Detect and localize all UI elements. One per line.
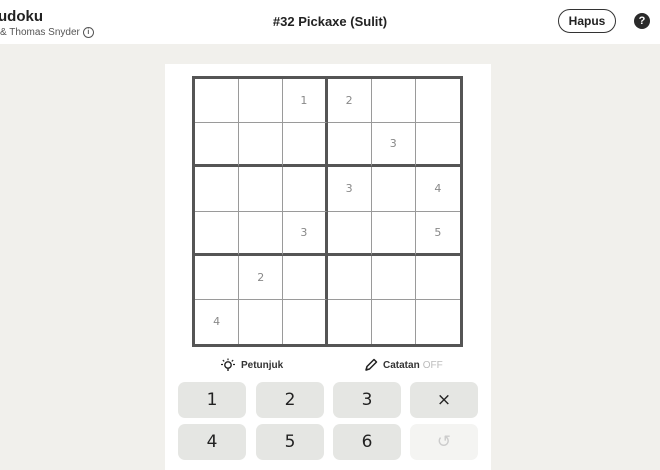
board-cell[interactable] [239,79,284,124]
board-cell[interactable] [416,300,460,344]
board-cell[interactable] [195,255,240,300]
board-cell[interactable] [372,299,416,344]
pencil-icon [365,358,378,371]
board-cell[interactable] [371,79,416,124]
board-cell[interactable] [283,123,328,168]
board-cell[interactable] [328,299,372,344]
notes-label: Catatan [383,359,420,371]
board-cell[interactable]: 3 [327,167,372,212]
board-cell[interactable]: 4 [415,167,460,212]
key-5[interactable]: 5 [256,424,324,460]
erase-button[interactable]: × [410,382,478,418]
board-cell[interactable] [195,79,240,124]
board-cell[interactable] [239,123,284,168]
board-cell[interactable] [283,255,328,300]
notes-toggle[interactable]: Catatan OFF [364,357,443,373]
board-cell[interactable] [327,211,372,256]
undo-button[interactable]: ↺ [410,424,478,460]
hint-button[interactable]: Petunjuk [220,357,283,373]
key-2[interactable]: 2 [256,382,324,418]
key-6[interactable]: 6 [333,424,401,460]
board-cell[interactable]: 3 [283,211,328,256]
key-1[interactable]: 1 [178,382,246,418]
board-cell[interactable] [283,167,328,212]
key-4[interactable]: 4 [178,424,246,460]
help-icon[interactable]: ? [634,13,650,29]
clear-button[interactable]: Hapus [558,9,616,33]
board-cell[interactable]: 4 [195,299,240,344]
board-cell[interactable] [415,256,460,300]
board-cell[interactable] [415,123,460,168]
board-cell[interactable] [239,299,284,344]
board-cell[interactable] [195,123,240,168]
board-cell[interactable]: 2 [327,79,372,124]
board-cell[interactable]: 3 [371,123,416,168]
board-cell[interactable] [327,255,372,300]
board-cell[interactable] [371,211,416,256]
hint-label: Petunjuk [241,359,284,371]
board-cell[interactable] [239,167,284,212]
board-cell[interactable] [371,167,416,212]
header-bar: udoku & Thomas Snyder i #32 Pickaxe (Sul… [0,0,660,44]
board-cell[interactable] [239,211,284,256]
board-cell[interactable]: 2 [239,255,284,300]
key-3[interactable]: 3 [333,382,401,418]
notes-state: OFF [422,359,443,371]
board-cell[interactable] [283,299,328,344]
board-cell[interactable] [195,167,240,212]
board-cell[interactable] [415,79,460,124]
board-cell[interactable] [327,123,372,168]
sudoku-board: 123343524 [192,76,463,347]
board-cell[interactable]: 5 [415,212,460,256]
board-cell[interactable] [195,211,240,256]
board-cell[interactable]: 1 [283,79,328,124]
lightbulb-icon [221,358,235,371]
board-cell[interactable] [371,255,416,300]
